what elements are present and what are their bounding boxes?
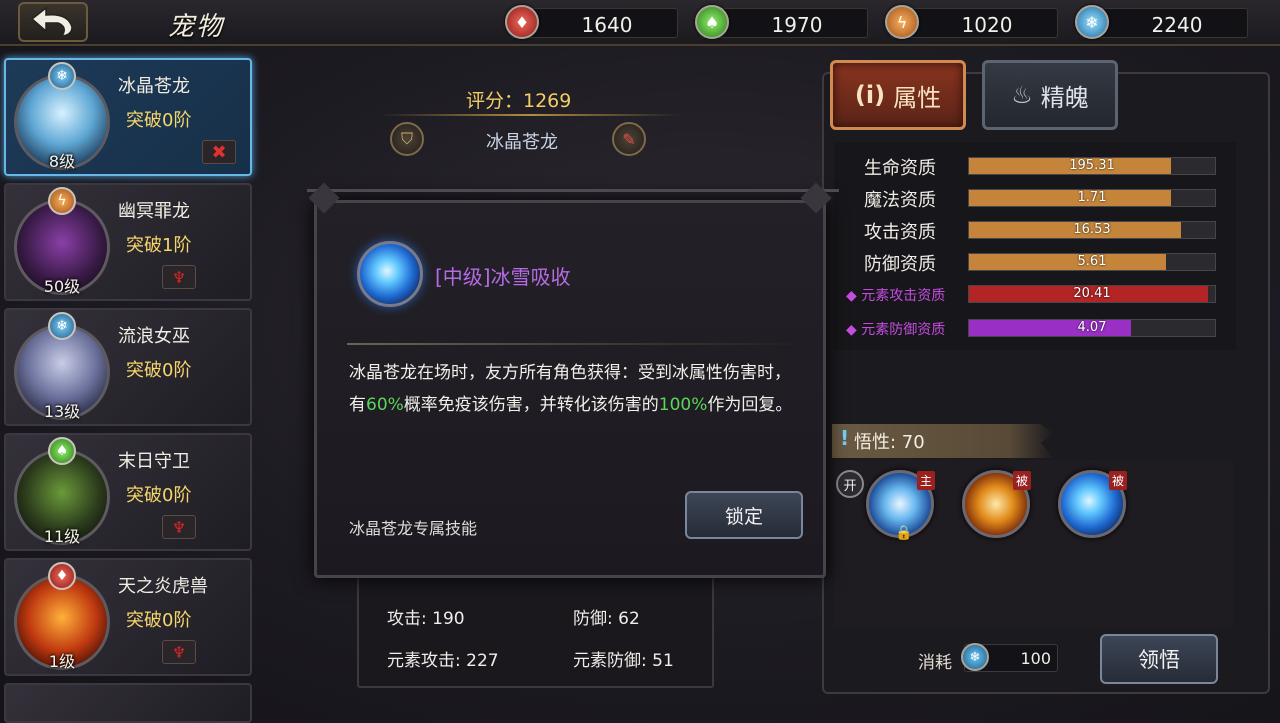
pet-card-flame-tiger[interactable]: ♦ 1级 天之炎虎兽 突破0阶 ♆ — [4, 558, 252, 676]
aptitude-row-elemental: ◆ 元素防御资质 4.07 — [834, 316, 1236, 340]
ice-crystal-skill-icon[interactable]: 主 🔒 — [866, 470, 935, 541]
page-title: 宠物 — [168, 12, 225, 42]
pet-breakthrough: 突破1阶 — [126, 235, 192, 256]
modal-corner — [308, 182, 340, 214]
tab-label: 精魄 — [1040, 83, 1089, 112]
pet-detail-name: 冰晶苍龙 — [486, 132, 558, 153]
demon-badge-icon: ♆ — [162, 515, 196, 539]
back-button[interactable] — [18, 2, 88, 42]
resource-fire: ♦ 1640 — [505, 5, 678, 39]
stat-elem-attack: 元素攻击: 227 — [387, 651, 499, 671]
pet-name: 天之炎虎兽 — [118, 576, 208, 597]
wisdom-banner: ! 悟性: 70 — [832, 424, 1054, 458]
fire-gem-icon: ♦ — [505, 5, 539, 39]
pet-name: 流浪女巫 — [118, 326, 190, 347]
aptitude-bar: 195.31 — [968, 157, 1216, 175]
aptitude-bar: 4.07 — [968, 319, 1216, 337]
ice-element-icon: ❄ — [48, 62, 76, 90]
exclamation-icon: ! — [840, 426, 850, 450]
open-badge[interactable]: 开 — [836, 470, 864, 498]
aptitude-row: 防御资质 5.61 — [834, 250, 1236, 275]
poison-element-icon: ♠ — [48, 437, 76, 465]
aptitude-bar: 1.71 — [968, 189, 1216, 207]
pet-level: 11级 — [43, 527, 81, 546]
pet-card-wandering-witch[interactable]: ❄ 13级 流浪女巫 突破0阶 — [4, 308, 252, 426]
pet-breakthrough: 突破0阶 — [126, 485, 192, 506]
ice-gem-icon: ❄ — [961, 643, 989, 671]
comprehend-button[interactable]: 领悟 — [1100, 634, 1218, 684]
aptitude-row: 生命资质 195.31 — [834, 154, 1236, 179]
top-bar: 宠物 ♦ 1640 ♠ 1970 ϟ 1020 ❄ 2240 — [0, 0, 1280, 46]
skill-tooltip-modal: [中级]冰雪吸收 冰晶苍龙在场时，友方所有角色获得：受到冰属性伤害时，有60%概… — [307, 182, 839, 578]
pet-card-partial[interactable] — [4, 683, 252, 723]
skill-exclusive-note: 冰晶苍龙专属技能 — [349, 519, 478, 538]
dismiss-icon[interactable]: ✖ — [202, 140, 236, 164]
pet-name: 冰晶苍龙 — [118, 76, 190, 97]
stat-attack: 攻击: 190 — [387, 609, 465, 629]
cost-box: ❄ 100 — [961, 643, 1058, 672]
cost-label: 消耗 — [918, 653, 952, 673]
pet-level: 13级 — [43, 402, 81, 421]
aptitude-bar: 16.53 — [968, 221, 1216, 239]
lightning-element-icon: ϟ — [48, 187, 76, 215]
ice-gem-icon: ❄ — [1075, 5, 1109, 39]
ice-vortex-skill-icon — [357, 241, 423, 307]
pet-score: 评分：1269 — [466, 90, 572, 112]
pet-level: 8级 — [48, 152, 76, 171]
pet-card-nether-dragon[interactable]: ϟ 50级 幽冥罪龙 突破1阶 ♆ — [4, 183, 252, 301]
stat-defense: 防御: 62 — [573, 609, 640, 629]
resource-ice: ❄ 2240 — [1075, 5, 1248, 39]
leaf-gem-icon: ♠ — [695, 5, 729, 39]
pet-card-ice-dragon[interactable]: ❄ 8级 冰晶苍龙 突破0阶 ✖ — [4, 58, 252, 176]
tab-attributes[interactable]: (i) 属性 — [830, 60, 966, 130]
pet-level: 50级 — [43, 277, 81, 296]
lightning-gem-icon: ϟ — [885, 5, 919, 39]
aptitude-row: 魔法资质 1.71 — [834, 186, 1236, 211]
info-icon: (i) — [854, 81, 886, 109]
demon-badge-icon: ♆ — [162, 265, 196, 289]
shield-icon[interactable]: ⛉ — [390, 122, 424, 156]
tab-label: 属性 — [893, 83, 942, 112]
skill-title: [中级]冰雪吸收 — [435, 265, 571, 289]
aptitude-list: 生命资质 195.31 魔法资质 1.71 攻击资质 16.53 防御资质 5.… — [834, 142, 1236, 350]
aptitude-row: 攻击资质 16.53 — [834, 218, 1236, 243]
aptitude-row-elemental: ◆ 元素攻击资质 20.41 — [834, 282, 1236, 306]
pet-stats-panel: 攻击: 190 防御: 62 元素攻击: 227 元素防御: 51 — [357, 560, 714, 688]
fire-element-icon: ♦ — [48, 562, 76, 590]
golden-slash-skill-icon[interactable]: 被 — [962, 470, 1031, 538]
lock-button[interactable]: 锁定 — [685, 491, 803, 539]
pet-name: 幽冥罪龙 — [118, 201, 190, 222]
skill-description: 冰晶苍龙在场时，友方所有角色获得：受到冰属性伤害时，有60%概率免疫该伤害，并转… — [349, 363, 793, 415]
resource-lightning: ϟ 1020 — [885, 5, 1058, 39]
rename-quill-icon[interactable]: ✎ — [612, 122, 646, 156]
score-divider — [380, 114, 680, 116]
aptitude-bar: 5.61 — [968, 253, 1216, 271]
pet-card-doom-guard[interactable]: ♠ 11级 末日守卫 突破0阶 ♆ — [4, 433, 252, 551]
modal-top-frame — [307, 189, 839, 207]
stat-elem-defense: 元素防御: 51 — [573, 651, 674, 671]
back-arrow-icon — [30, 6, 73, 37]
pet-level: 1级 — [48, 652, 76, 671]
lock-icon: 🔒 — [895, 525, 913, 541]
flame-icon: ♨ — [1011, 81, 1033, 109]
ice-element-icon: ❄ — [48, 312, 76, 340]
divider — [347, 343, 807, 345]
pet-breakthrough: 突破0阶 — [126, 610, 192, 631]
resource-leaf: ♠ 1970 — [695, 5, 868, 39]
aptitude-bar: 20.41 — [968, 285, 1216, 303]
demon-badge-icon: ♆ — [162, 640, 196, 664]
pet-breakthrough: 突破0阶 — [126, 110, 192, 131]
pet-name: 末日守卫 — [118, 451, 190, 472]
ice-vortex-skill-icon[interactable]: 被 — [1058, 470, 1127, 538]
pet-breakthrough: 突破0阶 — [126, 360, 192, 381]
pet-list[interactable]: ❄ 8级 冰晶苍龙 突破0阶 ✖ ϟ 50级 幽冥罪龙 突破1阶 ♆ ❄ 13级… — [0, 48, 256, 723]
tab-spirit[interactable]: ♨ 精魄 — [982, 60, 1118, 130]
